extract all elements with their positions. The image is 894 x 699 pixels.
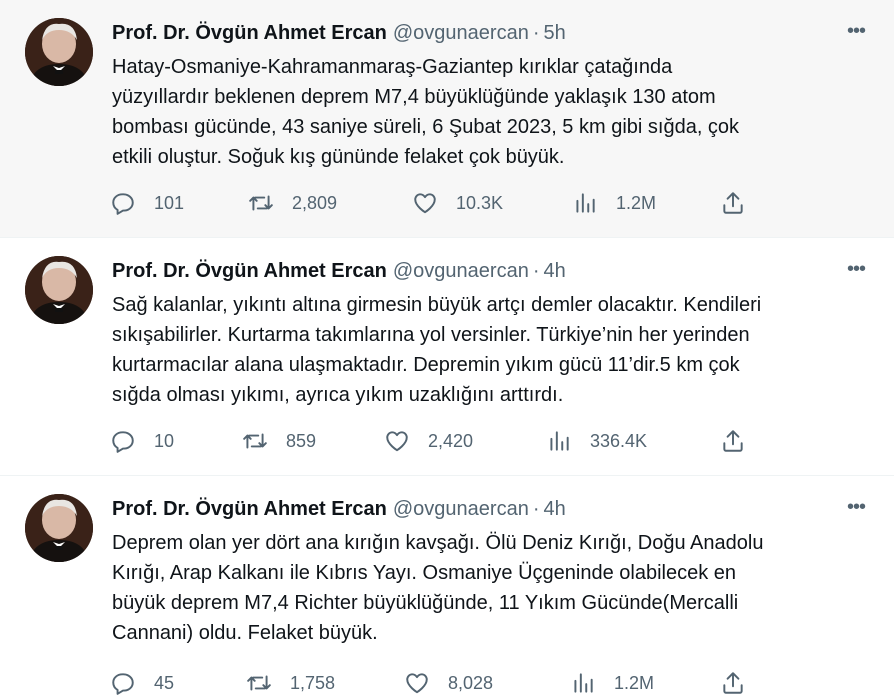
reply-button[interactable]: 101 <box>110 188 184 218</box>
avatar[interactable] <box>25 256 93 324</box>
retweet-button[interactable]: 859 <box>242 426 316 456</box>
views-button[interactable]: 336.4K <box>546 426 647 456</box>
views-count: 1.2M <box>614 672 655 693</box>
retweet-icon <box>243 433 267 449</box>
tweet-header: Prof. Dr. Övgün Ahmet Ercan @ovgunaercan ·… <box>112 496 854 522</box>
views-count: 1.2M <box>616 192 657 213</box>
share-icon <box>723 672 743 694</box>
share-button[interactable] <box>720 426 746 456</box>
tweet-header: Prof. Dr. Övgün Ahmet Ercan @ovgunaercan ·… <box>112 258 854 284</box>
tweet[interactable]: Prof. Dr. Övgün Ahmet Ercan @ovgunaercan ·… <box>0 0 894 238</box>
reply-icon <box>112 193 134 215</box>
retweet-icon <box>249 195 273 211</box>
like-count: 10.3K <box>456 192 504 213</box>
tweet-feed: Prof. Dr. Övgün Ahmet Ercan @ovgunaercan ·… <box>0 0 894 699</box>
more-options-icon[interactable]: ••• <box>844 256 868 282</box>
like-button[interactable]: 2,420 <box>384 426 473 456</box>
retweet-count: 1,758 <box>290 672 336 693</box>
reply-count: 10 <box>154 430 175 451</box>
views-icon <box>550 431 569 451</box>
tweet-actions: 101 2,809 10.3K 1.2M <box>110 188 760 218</box>
avatar[interactable] <box>25 18 93 86</box>
author-handle[interactable]: @ovgunaercan <box>393 260 529 282</box>
more-options-icon[interactable]: ••• <box>844 18 868 44</box>
reply-icon <box>112 673 134 695</box>
views-icon <box>574 673 593 693</box>
share-button[interactable] <box>720 668 746 698</box>
tweet-text: Hatay-Osmaniye-Kahramanmaraş-Gaziantep k… <box>112 56 740 168</box>
author-handle[interactable]: @ovgunaercan <box>393 22 529 44</box>
separator-dot: · <box>532 22 540 44</box>
reply-count: 101 <box>154 192 185 213</box>
tweet-actions: 10 859 2,420 336.4K <box>110 426 760 456</box>
reply-button[interactable]: 45 <box>110 668 174 698</box>
tweet-text: Deprem olan yer dört ana kırığın kavşağı… <box>112 532 764 644</box>
share-icon <box>723 192 743 214</box>
tweet-text: Sağ kalanlar, yıkıntı altına girmesin bü… <box>112 294 762 406</box>
views-icon <box>576 193 595 213</box>
views-button[interactable]: 1.2M <box>570 668 654 698</box>
retweet-count: 859 <box>286 430 317 451</box>
timestamp[interactable]: 5h <box>544 22 566 44</box>
author-handle[interactable]: @ovgunaercan <box>393 498 529 520</box>
retweet-icon <box>247 675 271 691</box>
author-name[interactable]: Prof. Dr. Övgün Ahmet Ercan <box>112 260 387 282</box>
like-button[interactable]: 8,028 <box>404 668 493 698</box>
reply-count: 45 <box>154 672 175 693</box>
retweet-button[interactable]: 1,758 <box>246 668 335 698</box>
heart-icon <box>386 431 408 452</box>
avatar[interactable] <box>25 494 93 562</box>
heart-icon <box>406 673 428 694</box>
tweet-header: Prof. Dr. Övgün Ahmet Ercan @ovgunaercan ·… <box>112 20 854 46</box>
views-count: 336.4K <box>590 430 648 451</box>
heart-icon <box>414 193 436 214</box>
timestamp[interactable]: 4h <box>544 260 566 282</box>
retweet-count: 2,809 <box>292 192 338 213</box>
separator-dot: · <box>532 260 540 282</box>
retweet-button[interactable]: 2,809 <box>248 188 337 218</box>
tweet[interactable]: Prof. Dr. Övgün Ahmet Ercan @ovgunaercan ·… <box>0 476 894 699</box>
like-count: 8,028 <box>448 672 494 693</box>
tweet-actions: 45 1,758 8,028 1.2M <box>110 668 760 698</box>
reply-button[interactable]: 10 <box>110 426 174 456</box>
timestamp[interactable]: 4h <box>544 498 566 520</box>
tweet[interactable]: Prof. Dr. Övgün Ahmet Ercan @ovgunaercan ·… <box>0 238 894 476</box>
more-options-icon[interactable]: ••• <box>844 494 868 520</box>
author-name[interactable]: Prof. Dr. Övgün Ahmet Ercan <box>112 22 387 44</box>
author-name[interactable]: Prof. Dr. Övgün Ahmet Ercan <box>112 498 387 520</box>
reply-icon <box>112 431 134 453</box>
share-button[interactable] <box>720 188 746 218</box>
like-count: 2,420 <box>428 430 474 451</box>
separator-dot: · <box>532 498 540 520</box>
like-button[interactable]: 10.3K <box>412 188 503 218</box>
share-icon <box>723 430 743 452</box>
views-button[interactable]: 1.2M <box>572 188 656 218</box>
